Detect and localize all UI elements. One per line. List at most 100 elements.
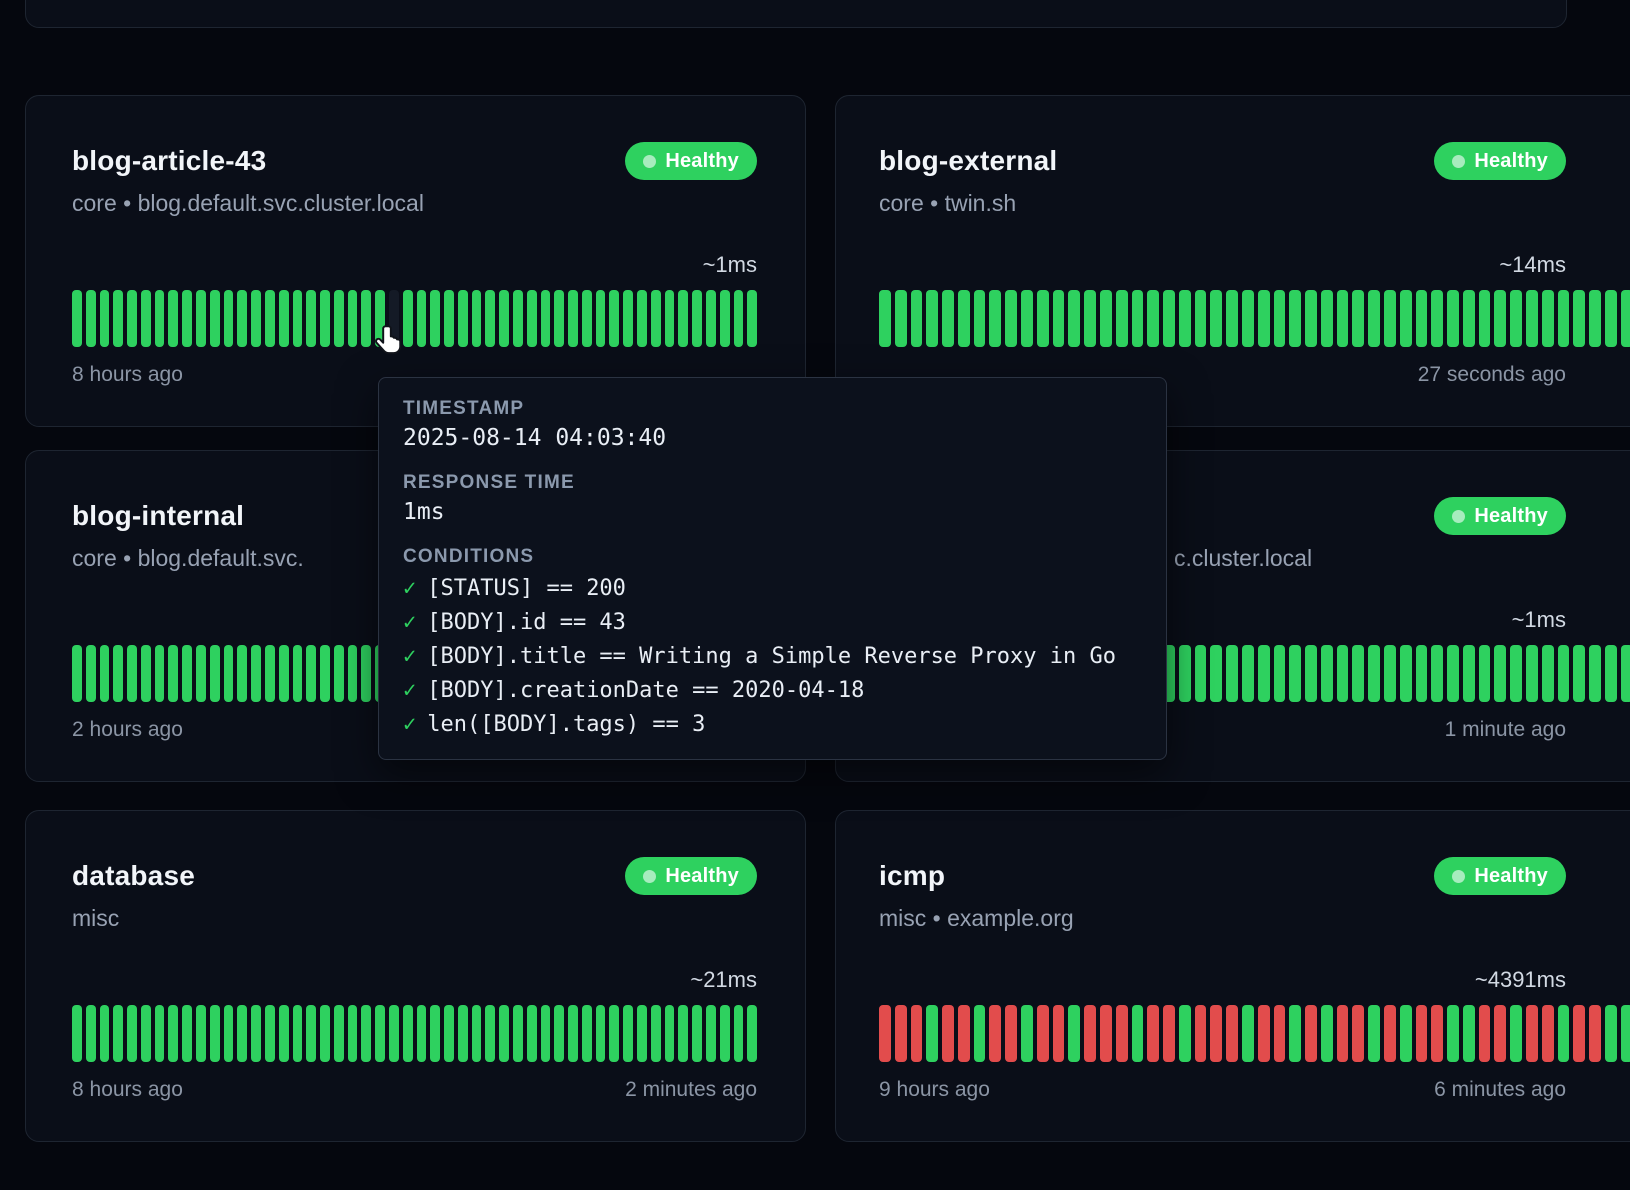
status-bar[interactable] xyxy=(1447,290,1459,347)
status-bar[interactable] xyxy=(265,645,275,702)
status-bar[interactable] xyxy=(1305,290,1317,347)
status-bar[interactable] xyxy=(113,290,123,347)
status-bar[interactable] xyxy=(155,290,165,347)
status-bar[interactable] xyxy=(734,290,744,347)
status-bar[interactable] xyxy=(306,290,316,347)
status-bar[interactable] xyxy=(1210,645,1222,702)
status-bar[interactable] xyxy=(1242,290,1254,347)
status-bar[interactable] xyxy=(678,1005,688,1062)
status-bar[interactable] xyxy=(895,290,907,347)
status-bar[interactable] xyxy=(692,1005,702,1062)
status-bar[interactable] xyxy=(1352,1005,1364,1062)
status-bar[interactable] xyxy=(1258,1005,1270,1062)
status-bar[interactable] xyxy=(1510,1005,1522,1062)
status-bar[interactable] xyxy=(554,1005,564,1062)
status-bar[interactable] xyxy=(485,1005,495,1062)
status-bar[interactable] xyxy=(1084,1005,1096,1062)
status-bar[interactable] xyxy=(141,1005,151,1062)
status-bar[interactable] xyxy=(306,1005,316,1062)
status-bar[interactable] xyxy=(926,290,938,347)
status-bar[interactable] xyxy=(1431,1005,1443,1062)
status-bar[interactable] xyxy=(554,290,564,347)
status-bar[interactable] xyxy=(1289,290,1301,347)
status-bar[interactable] xyxy=(141,645,151,702)
status-bar[interactable] xyxy=(609,290,619,347)
status-bar[interactable] xyxy=(1210,290,1222,347)
status-bar[interactable] xyxy=(265,1005,275,1062)
status-bar[interactable] xyxy=(1479,645,1491,702)
status-bar[interactable] xyxy=(568,290,578,347)
status-bar[interactable] xyxy=(127,1005,137,1062)
status-bar[interactable] xyxy=(100,645,110,702)
status-bar[interactable] xyxy=(72,645,82,702)
status-bar[interactable] xyxy=(926,1005,938,1062)
status-bar[interactable] xyxy=(417,290,427,347)
status-bar[interactable] xyxy=(651,290,661,347)
service-name[interactable]: database xyxy=(72,860,195,892)
status-bar[interactable] xyxy=(596,1005,606,1062)
status-bar[interactable] xyxy=(1368,645,1380,702)
status-bar[interactable] xyxy=(1337,290,1349,347)
status-bar[interactable] xyxy=(692,290,702,347)
status-bar[interactable] xyxy=(210,645,220,702)
status-bar[interactable] xyxy=(1289,645,1301,702)
status-bar[interactable] xyxy=(879,290,891,347)
status-bar[interactable] xyxy=(989,290,1001,347)
status-bar[interactable] xyxy=(1179,290,1191,347)
status-bar[interactable] xyxy=(596,290,606,347)
status-bar[interactable] xyxy=(100,1005,110,1062)
status-bar[interactable] xyxy=(348,645,358,702)
status-bar[interactable] xyxy=(1352,645,1364,702)
status-bar[interactable] xyxy=(1226,645,1238,702)
status-bar[interactable] xyxy=(1479,1005,1491,1062)
status-bar[interactable] xyxy=(637,290,647,347)
status-bar[interactable] xyxy=(1605,1005,1617,1062)
status-bar[interactable] xyxy=(127,645,137,702)
status-bar[interactable] xyxy=(1147,290,1159,347)
status-bar[interactable] xyxy=(279,1005,289,1062)
status-bar[interactable] xyxy=(1542,1005,1554,1062)
status-bar[interactable] xyxy=(1494,1005,1506,1062)
status-bar[interactable] xyxy=(265,290,275,347)
status-bar[interactable] xyxy=(1510,290,1522,347)
status-bar[interactable] xyxy=(541,1005,551,1062)
status-bar[interactable] xyxy=(1384,645,1396,702)
status-bar[interactable] xyxy=(1526,1005,1538,1062)
status-bar[interactable] xyxy=(1084,290,1096,347)
status-bar[interactable] xyxy=(1053,1005,1065,1062)
status-bar[interactable] xyxy=(320,645,330,702)
status-bar[interactable] xyxy=(1431,645,1443,702)
status-bar[interactable] xyxy=(1289,1005,1301,1062)
status-bar[interactable] xyxy=(100,290,110,347)
service-name[interactable]: blog-internal xyxy=(72,500,244,532)
status-bar[interactable] xyxy=(958,290,970,347)
status-bar[interactable] xyxy=(348,1005,358,1062)
status-bar[interactable] xyxy=(361,290,371,347)
status-bar[interactable] xyxy=(623,290,633,347)
status-bar[interactable] xyxy=(1447,1005,1459,1062)
service-name[interactable]: icmp xyxy=(879,860,945,892)
status-bar[interactable] xyxy=(403,1005,413,1062)
status-bar[interactable] xyxy=(582,290,592,347)
status-bar[interactable] xyxy=(224,1005,234,1062)
status-bar[interactable] xyxy=(430,1005,440,1062)
status-bar[interactable] xyxy=(334,645,344,702)
status-bar[interactable] xyxy=(568,1005,578,1062)
status-bar[interactable] xyxy=(430,290,440,347)
status-bar[interactable] xyxy=(113,1005,123,1062)
status-bar[interactable] xyxy=(1573,1005,1585,1062)
status-bar[interactable] xyxy=(1431,290,1443,347)
status-bar[interactable] xyxy=(1416,290,1428,347)
status-bar[interactable] xyxy=(665,290,675,347)
status-bar[interactable] xyxy=(513,1005,523,1062)
status-bar[interactable] xyxy=(182,290,192,347)
status-bar[interactable] xyxy=(1542,290,1554,347)
status-bar[interactable] xyxy=(1558,1005,1570,1062)
status-bar[interactable] xyxy=(1132,1005,1144,1062)
status-bar[interactable] xyxy=(1163,290,1175,347)
status-bar[interactable] xyxy=(458,290,468,347)
status-bar[interactable] xyxy=(210,1005,220,1062)
status-bar[interactable] xyxy=(651,1005,661,1062)
status-bar[interactable] xyxy=(1037,1005,1049,1062)
status-bar[interactable] xyxy=(155,645,165,702)
